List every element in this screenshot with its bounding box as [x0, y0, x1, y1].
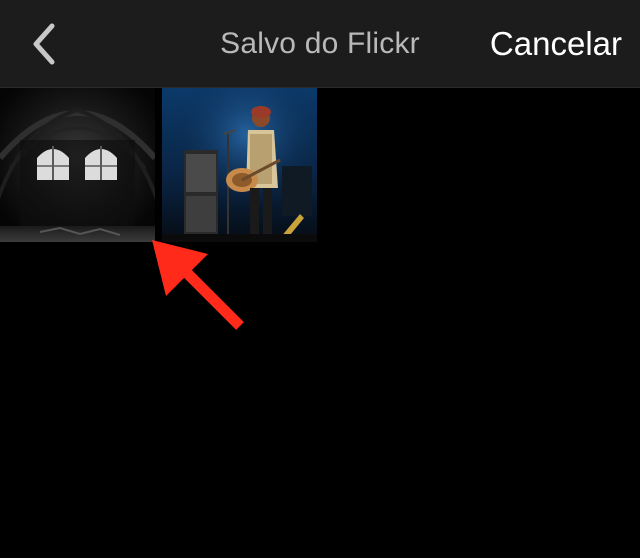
back-button[interactable]	[22, 18, 70, 70]
photo-thumbnail-concert[interactable]	[162, 88, 317, 242]
flickr-picker-screen: Salvo do Flickr Cancelar	[0, 0, 640, 558]
attic-photo	[0, 88, 155, 242]
cancel-button[interactable]: Cancelar	[490, 24, 622, 64]
page-title: Salvo do Flickr	[220, 27, 420, 60]
navigation-bar: Salvo do Flickr Cancelar	[0, 0, 640, 88]
photo-thumbnail-attic[interactable]	[0, 88, 155, 242]
chevron-left-icon	[33, 23, 55, 65]
concert-photo	[162, 88, 317, 242]
red-arrow-icon	[150, 238, 250, 338]
